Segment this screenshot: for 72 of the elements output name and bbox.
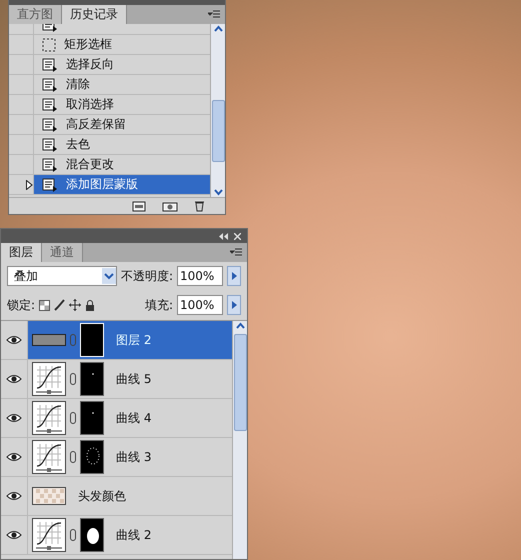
padlock-icon[interactable] [85,299,96,311]
layer-row[interactable]: 曲线 2 [28,516,232,554]
layer-mask-thumbnail [80,362,104,396]
fill-field[interactable]: 100% [177,295,223,315]
history-item[interactable]: 选择反向 [34,55,210,74]
curves-icon [32,440,66,474]
panel-menu-icon[interactable] [230,248,242,257]
eye-icon[interactable] [6,374,22,384]
scrollbar[interactable] [210,24,225,197]
history-item[interactable]: 去色 [34,135,210,154]
move-icon[interactable] [69,299,82,311]
scrollbar[interactable] [232,321,247,559]
panel-menu-icon[interactable] [208,10,220,19]
document-icon [42,78,58,92]
layer-thumbnail [32,334,66,346]
document-icon [42,158,58,172]
layer-mask-thumbnail [80,323,104,357]
document-icon [42,58,58,72]
camera-icon[interactable] [162,200,178,212]
chain-link-icon [70,412,76,424]
layer-row[interactable]: 曲线 5 [28,360,232,398]
history-item[interactable]: 高反差保留 [34,115,210,134]
lock-label: 锁定: [7,296,36,314]
marquee-icon [42,38,56,52]
history-item[interactable]: 混合更改 [34,155,210,174]
document-icon [42,118,58,132]
layer-mask-thumbnail [80,401,104,435]
opacity-label: 不透明度: [120,268,173,284]
collapse-icon[interactable] [218,232,228,240]
new-document-icon[interactable] [132,200,146,212]
checkerboard-thumbnail [32,487,66,505]
chevron-down-icon [102,268,116,284]
panel-tab[interactable]: 直方图 [9,5,62,24]
opacity-field[interactable]: 100% [177,266,223,286]
curves-icon [32,518,66,552]
fill-stepper[interactable] [227,295,241,315]
trash-icon[interactable] [194,200,205,212]
layer-row[interactable]: 曲线 4 [28,399,232,437]
panel-tab[interactable]: 历史记录 [62,5,127,24]
close-icon[interactable] [234,232,241,240]
history-item[interactable]: 矩形选框 [34,35,210,54]
brush-icon[interactable] [54,299,66,311]
layer-mask-thumbnail [80,518,104,552]
document-icon [42,98,58,112]
history-item[interactable]: 取消选择 [34,95,210,114]
curves-icon [32,362,66,396]
chain-link-icon [70,529,76,541]
blend-mode-dropdown[interactable]: 叠加 [7,266,117,286]
eye-icon[interactable] [6,413,22,423]
layer-row[interactable]: 图层 2 [28,321,232,359]
chain-link-icon [70,373,76,385]
panel-tab[interactable]: 图层 [1,243,42,262]
chain-link-icon [70,451,76,463]
chain-link-icon [70,334,76,346]
lock-transparency-icon[interactable] [39,300,50,310]
eye-icon[interactable] [6,452,22,462]
arrow-right-icon [231,272,237,280]
eye-icon[interactable] [6,530,22,540]
eye-icon[interactable] [6,335,22,345]
panel-tab[interactable]: 通道 [42,243,83,262]
opacity-stepper[interactable] [227,266,241,286]
fill-label: 填充: [144,296,173,314]
layer-row[interactable]: 头发颜色 [28,477,232,515]
layer-row[interactable]: 曲线 3 [28,438,232,476]
document-icon [42,138,58,152]
arrow-right-icon [231,301,237,309]
document-icon [42,178,58,192]
layer-mask-thumbnail [80,440,104,474]
history-item[interactable]: 添加图层蒙版 [34,175,210,194]
eye-icon[interactable] [6,491,22,501]
history-item[interactable]: 清除 [34,75,210,94]
curves-icon [32,401,66,435]
